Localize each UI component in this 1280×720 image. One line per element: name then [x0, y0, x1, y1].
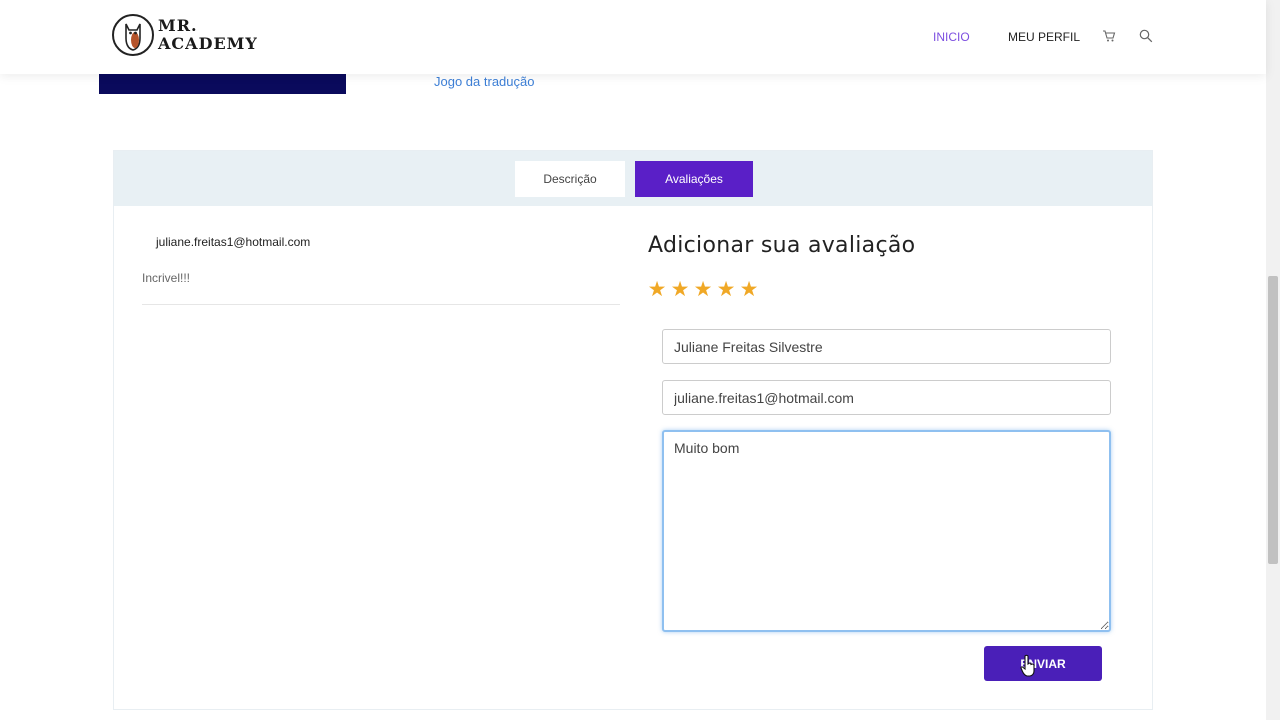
- star-icon[interactable]: ★: [647, 277, 667, 303]
- star-icon[interactable]: ★: [739, 277, 759, 303]
- game-link[interactable]: Jogo da tradução: [434, 74, 534, 89]
- tabs-bar: Descrição Avaliações: [114, 151, 1152, 206]
- owl-logo-icon: [112, 14, 154, 56]
- star-icon[interactable]: ★: [670, 277, 690, 303]
- submit-button[interactable]: ENVIAR: [984, 646, 1102, 681]
- review-text: Incrivel!!!: [142, 271, 191, 285]
- site-logo[interactable]: MR. ACADEMY: [112, 14, 258, 56]
- logo-line-2: ACADEMY: [158, 34, 258, 53]
- cart-icon[interactable]: [1102, 29, 1116, 48]
- hand-pointer-icon: [1020, 654, 1036, 683]
- message-textarea[interactable]: Muito bom: [662, 430, 1111, 632]
- name-field[interactable]: [662, 329, 1111, 364]
- review-author-email: juliane.freitas1@hotmail.com: [156, 235, 311, 249]
- tab-avaliacoes[interactable]: Avaliações: [635, 161, 753, 197]
- star-icon[interactable]: ★: [693, 277, 713, 303]
- page-scrollbar[interactable]: [1266, 0, 1280, 720]
- site-header: MR. ACADEMY INICIO MEU PERFIL: [0, 0, 1266, 74]
- search-icon[interactable]: [1139, 29, 1153, 48]
- review-divider: [142, 304, 620, 305]
- course-banner-image: [99, 74, 346, 94]
- star-icon[interactable]: ★: [716, 277, 736, 303]
- scrollbar-thumb[interactable]: [1268, 276, 1278, 564]
- form-title: Adicionar sua avaliação: [648, 233, 916, 258]
- email-field[interactable]: [662, 380, 1111, 415]
- logo-line-1: MR.: [158, 16, 198, 35]
- reviews-panel: Descrição Avaliações juliane.freitas1@ho…: [113, 150, 1153, 710]
- nav-inicio[interactable]: INICIO: [933, 30, 970, 44]
- star-rating[interactable]: ★ ★ ★ ★ ★: [647, 277, 759, 303]
- nav-meu-perfil[interactable]: MEU PERFIL: [1008, 30, 1080, 44]
- logo-text: MR. ACADEMY: [158, 17, 258, 53]
- tab-descricao[interactable]: Descrição: [515, 161, 625, 197]
